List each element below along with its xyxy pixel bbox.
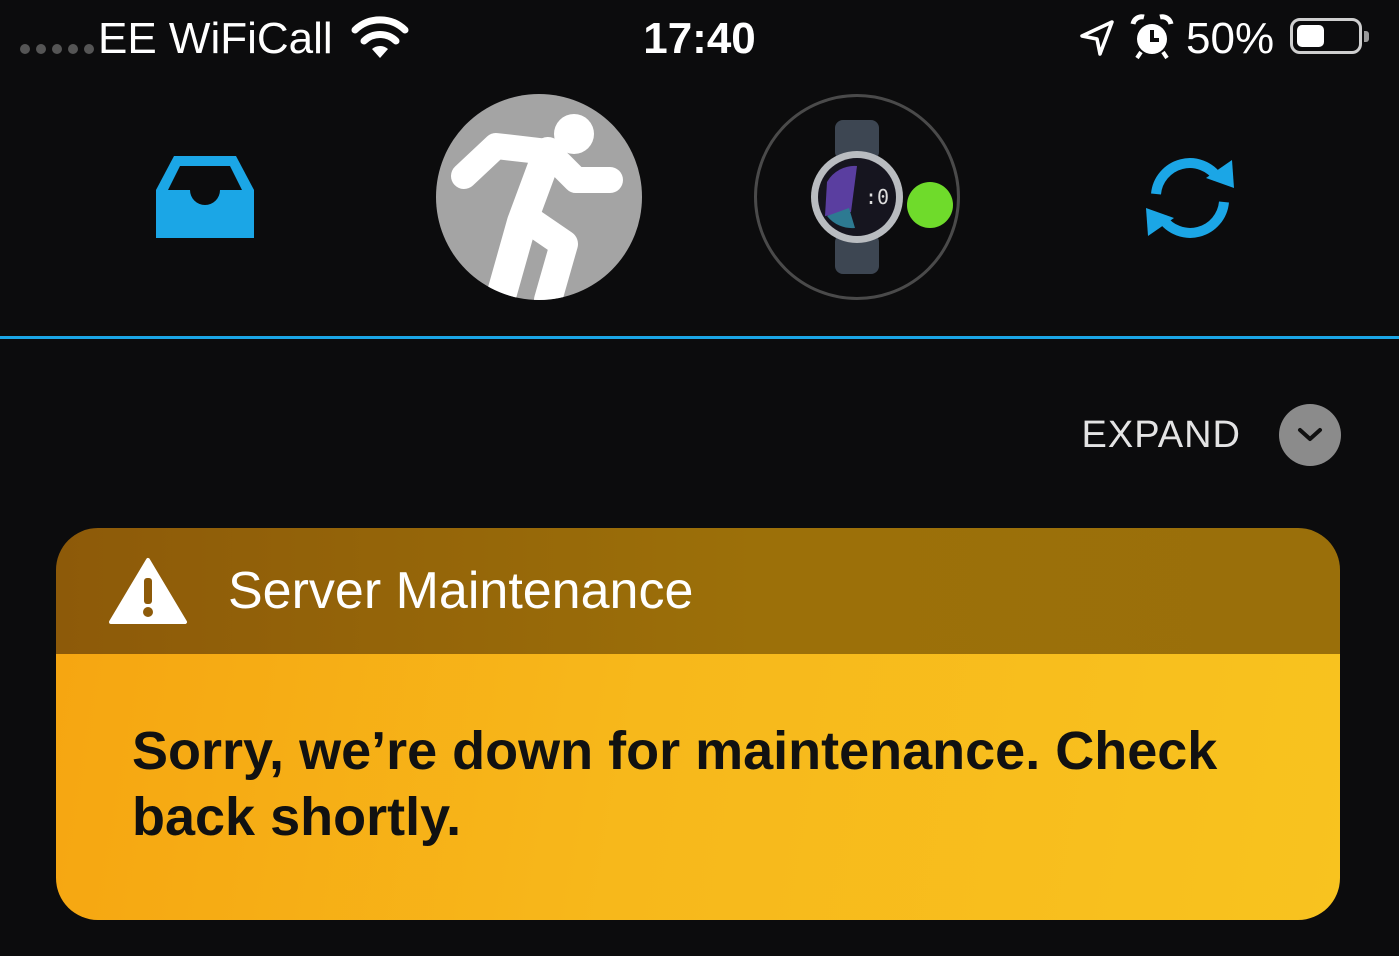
smartwatch-icon: :0: [811, 120, 903, 274]
sync-button[interactable]: [1134, 148, 1246, 248]
alert-header: Server Maintenance: [56, 528, 1340, 654]
expand-label[interactable]: EXPAND: [1082, 414, 1241, 457]
device-connected-indicator: [907, 182, 953, 228]
top-nav: :0: [0, 80, 1399, 338]
chevron-down-icon: [1298, 428, 1322, 441]
sync-icon: [1146, 158, 1234, 238]
profile-avatar-button[interactable]: [436, 94, 642, 300]
warning-triangle-icon: [109, 558, 187, 624]
running-person-icon: [451, 114, 623, 300]
expand-control[interactable]: EXPAND: [1082, 404, 1341, 466]
alert-title: Server Maintenance: [228, 562, 694, 620]
maintenance-alert-card: Server Maintenance Sorry, we’re down for…: [56, 528, 1340, 920]
svg-text::0: :0: [865, 185, 889, 209]
alarm-clock-icon: [1130, 14, 1174, 60]
alert-message: Sorry, we’re down for maintenance. Check…: [132, 721, 1218, 847]
inbox-button[interactable]: [150, 150, 260, 242]
alert-body: Sorry, we’re down for maintenance. Check…: [56, 654, 1340, 920]
battery-icon: [1290, 18, 1369, 54]
status-bar: EE WiFiCall 17:40 50%: [0, 0, 1399, 80]
battery-percent: 50%: [1186, 14, 1275, 63]
nav-divider: [0, 336, 1399, 339]
expand-button[interactable]: [1279, 404, 1341, 466]
inbox-tray-icon: [156, 156, 254, 238]
location-arrow-icon: [1080, 20, 1114, 56]
